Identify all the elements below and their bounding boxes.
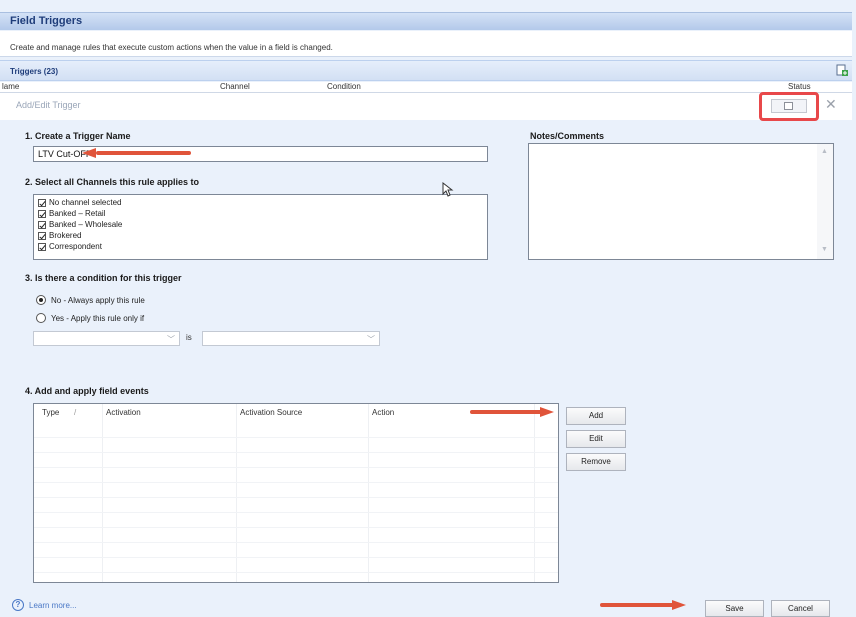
section-condition-title: 3. Is there a condition for this trigger bbox=[25, 273, 182, 283]
channel-label: No channel selected bbox=[49, 198, 122, 207]
page-description: Create and manage rules that execute cus… bbox=[10, 43, 333, 52]
edit-event-button[interactable]: Edit bbox=[566, 430, 626, 448]
condition-value-dropdown[interactable]: ﹀ bbox=[202, 331, 380, 346]
checkbox-checked-icon[interactable] bbox=[38, 209, 46, 218]
sort-indicator-icon: / bbox=[74, 408, 77, 417]
channel-item[interactable]: Correspondent bbox=[38, 241, 102, 252]
notes-title: Notes/Comments bbox=[530, 131, 605, 141]
section-channels-title: 2. Select all Channels this rule applies… bbox=[25, 177, 200, 187]
help-icon[interactable]: ? bbox=[12, 599, 24, 611]
learn-more-link[interactable]: Learn more... bbox=[29, 601, 77, 610]
chevron-down-icon: ﹀ bbox=[367, 335, 375, 344]
dialog-title-bar bbox=[0, 93, 852, 120]
radio-label-yes: Yes - Apply this rule only if bbox=[51, 313, 145, 323]
field-events-table: Type / Activation Activation Source Acti… bbox=[33, 403, 559, 583]
scroll-down-icon[interactable]: ▼ bbox=[821, 246, 828, 253]
column-activation[interactable]: Activation bbox=[106, 408, 141, 417]
scroll-up-icon[interactable]: ▲ bbox=[821, 148, 828, 155]
remove-event-button[interactable]: Remove bbox=[566, 453, 626, 471]
column-status[interactable]: Status bbox=[788, 82, 811, 91]
add-trigger-icon[interactable] bbox=[836, 64, 848, 76]
column-condition[interactable]: Condition bbox=[327, 82, 361, 91]
channel-item[interactable]: Banked – Wholesale bbox=[38, 219, 122, 230]
checkbox-checked-icon[interactable] bbox=[38, 231, 46, 240]
triggers-column-header bbox=[0, 82, 852, 92]
chevron-down-icon: ﹀ bbox=[167, 335, 175, 344]
channel-item[interactable]: No channel selected bbox=[38, 197, 122, 208]
column-activation-source[interactable]: Activation Source bbox=[240, 408, 302, 417]
column-action[interactable]: Action bbox=[372, 408, 394, 417]
channels-checklist: No channel selected Banked – Retail Bank… bbox=[33, 194, 488, 260]
notes-scrollbar[interactable]: ▲ ▼ bbox=[817, 144, 833, 259]
channel-label: Banked – Wholesale bbox=[49, 220, 123, 229]
channel-item[interactable]: Brokered bbox=[38, 230, 81, 241]
triggers-bar bbox=[0, 60, 852, 81]
dialog-title: Add/Edit Trigger bbox=[16, 100, 81, 110]
page-header-bar bbox=[0, 12, 852, 30]
mouse-pointer-icon bbox=[442, 181, 454, 200]
condition-field-dropdown[interactable]: ﹀ bbox=[33, 331, 180, 346]
channel-item[interactable]: Banked – Retail bbox=[38, 208, 105, 219]
close-icon[interactable]: ✕ bbox=[825, 97, 837, 113]
radio-label-no: No - Always apply this rule bbox=[51, 295, 145, 305]
checkbox-checked-icon[interactable] bbox=[38, 242, 46, 251]
column-name[interactable]: lame bbox=[2, 82, 19, 91]
notes-textarea[interactable] bbox=[528, 143, 834, 260]
triggers-count-label: Triggers (23) bbox=[10, 67, 59, 76]
radio-option-no[interactable]: No - Always apply this rule bbox=[36, 295, 145, 305]
save-button[interactable]: Save bbox=[705, 600, 764, 617]
cancel-button[interactable]: Cancel bbox=[771, 600, 830, 617]
annotation-highlight-box bbox=[759, 92, 819, 121]
column-type[interactable]: Type bbox=[42, 408, 59, 417]
section-trigger-name-title: 1. Create a Trigger Name bbox=[25, 131, 131, 141]
section-field-events-title: 4. Add and apply field events bbox=[25, 386, 149, 396]
radio-selected-icon[interactable] bbox=[36, 295, 46, 305]
channel-label: Correspondent bbox=[49, 242, 102, 251]
channel-label: Banked – Retail bbox=[49, 209, 106, 218]
channel-label: Brokered bbox=[49, 231, 82, 240]
checkbox-checked-icon[interactable] bbox=[38, 220, 46, 229]
radio-option-yes[interactable]: Yes - Apply this rule only if bbox=[36, 313, 144, 323]
radio-unselected-icon[interactable] bbox=[36, 313, 46, 323]
add-event-button[interactable]: Add bbox=[566, 407, 626, 425]
page-title: Field Triggers bbox=[10, 15, 83, 27]
checkbox-checked-icon[interactable] bbox=[38, 198, 46, 207]
condition-is-label: is bbox=[186, 333, 192, 342]
column-channel[interactable]: Channel bbox=[220, 82, 250, 91]
